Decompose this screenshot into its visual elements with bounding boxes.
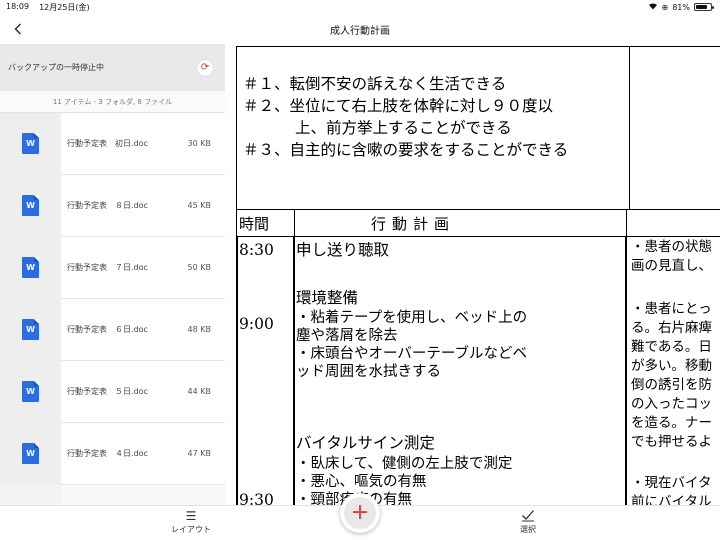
goal-line: ＃３、自主的に含嗽の要求をすることができる — [243, 141, 569, 159]
select-label: 選択 — [520, 525, 536, 534]
word-document-icon: W — [22, 381, 39, 402]
word-document-icon: W — [22, 133, 39, 154]
document-viewer[interactable]: ＃１、転倒不安の訴えなく生活できる ＃２、坐位にて右上肢を体幹に対し９０度以 上… — [236, 44, 720, 505]
evaluation-line: ・患者の状態 — [631, 239, 712, 255]
file-list-item[interactable]: W行動予定表 ３日.doc — [0, 484, 225, 505]
file-sidebar: バックアップの一時停止中 ⟳ 11 アイテム - 3 フォルダ, 8 ファイル … — [0, 44, 225, 505]
evaluation-line: ・患者にとっ — [631, 301, 712, 317]
file-name: 行動予定表 ８日.doc — [67, 201, 148, 210]
battery-fill — [696, 5, 708, 9]
file-thumbnail: W — [0, 236, 61, 299]
evaluation-line: を造る。ナー — [631, 415, 712, 431]
title-bar: 成人行動計画 — [0, 14, 720, 44]
table-border — [625, 237, 627, 505]
word-document-icon: W — [22, 443, 39, 464]
file-size: 48 KB — [187, 325, 211, 334]
file-list-item[interactable]: W 行動予定表 ８日.doc 45 KB — [0, 174, 225, 237]
add-button[interactable]: + — [340, 493, 380, 533]
file-name: 行動予定表 ６日.doc — [67, 325, 148, 334]
plan-line: ・粘着テープを使用し、ベッド上の — [296, 310, 528, 326]
evaluation-line: でも押せるよ — [631, 434, 712, 450]
file-list-item[interactable]: W 行動予定表 初日.doc 30 KB — [0, 112, 225, 175]
battery-percent: 81% — [672, 2, 690, 12]
file-size: 45 KB — [187, 201, 211, 210]
file-name: 行動予定表 初日.doc — [67, 139, 148, 148]
layout-label: レイアウト — [171, 525, 211, 534]
evaluation-line: 前にバイタル — [631, 494, 712, 505]
page-title: 成人行動計画 — [330, 25, 390, 37]
file-thumbnail: W — [0, 298, 61, 361]
evaluation-line: 倒の誘引を防 — [631, 377, 712, 393]
status-time: 18:09 — [6, 1, 30, 11]
evaluation-line: る。右片麻痺 — [631, 320, 712, 336]
refresh-icon: ⟳ — [200, 62, 210, 73]
evaluation-line: が多い。移動 — [631, 358, 712, 374]
file-thumbnail: W — [0, 174, 61, 237]
plan-line: 申し送り聴取 — [296, 241, 390, 259]
table-border — [293, 237, 295, 505]
time-cell: 9:30 — [239, 491, 274, 505]
goal-line: ＃２、坐位にて右上肢を体幹に対し９０度以 — [243, 97, 554, 115]
evaluation-line: の入ったコッ — [631, 396, 712, 412]
plan-line: ・臥床して、健側の左上肢で測定 — [296, 456, 513, 472]
status-date: 12月25日(金) — [39, 2, 90, 12]
file-name: 行動予定表 ５日.doc — [67, 387, 148, 396]
plan-line: 環境整備 — [296, 289, 359, 307]
back-button[interactable] — [10, 20, 26, 38]
goal-line: 上、前方挙上することができる — [295, 119, 512, 137]
file-list-item[interactable]: W 行動予定表 ５日.doc 44 KB — [0, 360, 225, 423]
file-size: 50 KB — [187, 263, 211, 272]
backup-status-text: バックアップの一時停止中 — [8, 63, 104, 72]
file-name: 行動予定表 ７日.doc — [67, 263, 148, 272]
layout-button[interactable]: ☰ レイアウト — [166, 509, 216, 535]
file-thumbnail: W — [0, 360, 61, 423]
time-cell: 8:30 — [239, 241, 274, 259]
file-name: 行動予定表 ４日.doc — [67, 449, 148, 458]
file-list: W 行動予定表 初日.doc 30 KB W 行動予定表 ８日.doc 45 KB W 行動予… — [0, 112, 225, 505]
word-document-icon: W — [22, 195, 39, 216]
plan-line: ッド周囲を水拭きする — [296, 364, 441, 380]
plus-icon: + — [344, 497, 376, 529]
plan-line: 塵や落屑を除去 — [296, 328, 398, 344]
file-thumbnail: W — [0, 484, 61, 505]
goals-side-cell — [629, 46, 720, 210]
file-list-item[interactable]: W 行動予定表 ６日.doc 48 KB — [0, 298, 225, 361]
chevron-left-icon — [14, 23, 22, 35]
goals-box: ＃１、転倒不安の訴えなく生活できる ＃２、坐位にて右上肢を体幹に対し９０度以 上… — [236, 46, 630, 210]
checkmark-icon — [521, 509, 535, 524]
file-list-item[interactable]: W 行動予定表 ７日.doc 50 KB — [0, 236, 225, 299]
lock-rotation-icon: ⊕ — [661, 2, 669, 12]
file-size: 47 KB — [187, 449, 211, 458]
battery-icon — [694, 3, 714, 11]
word-document-icon: W — [22, 257, 39, 278]
file-size: 44 KB — [187, 387, 211, 396]
time-cell: 9:00 — [239, 315, 274, 333]
file-thumbnail: W — [0, 422, 61, 485]
word-document-icon: W — [22, 319, 39, 340]
plan-line: バイタルサイン測定 — [296, 434, 435, 452]
status-bar: 18:09 12月25日(金) ⊕ 81% — [0, 0, 720, 14]
header-time: 時間 — [236, 210, 294, 237]
plan-line: ・悪心、嘔気の有無 — [296, 474, 427, 490]
header-plan: 行動計画 — [294, 210, 626, 237]
evaluation-line: 画の見直し、 — [631, 258, 712, 274]
file-list-item[interactable]: W 行動予定表 ４日.doc 47 KB — [0, 422, 225, 485]
header-evaluation — [626, 210, 720, 237]
evaluation-line: 難である。日 — [631, 339, 712, 355]
evaluation-line: ・現在バイタ — [631, 475, 712, 491]
plan-line: ・床頭台やオーバーテーブルなどベ — [296, 346, 527, 362]
backup-status-row[interactable]: バックアップの一時停止中 ⟳ — [0, 44, 225, 91]
file-thumbnail: W — [0, 112, 61, 175]
file-size: 30 KB — [187, 139, 211, 148]
refresh-button[interactable]: ⟳ — [197, 59, 213, 76]
goal-line: ＃１、転倒不安の訴えなく生活できる — [243, 75, 507, 93]
table-border — [236, 237, 238, 505]
list-icon: ☰ — [185, 509, 197, 523]
item-count: 11 アイテム - 3 フォルダ, 8 ファイル — [0, 91, 225, 113]
wifi-icon — [648, 2, 658, 12]
select-button[interactable]: 選択 — [508, 509, 548, 535]
